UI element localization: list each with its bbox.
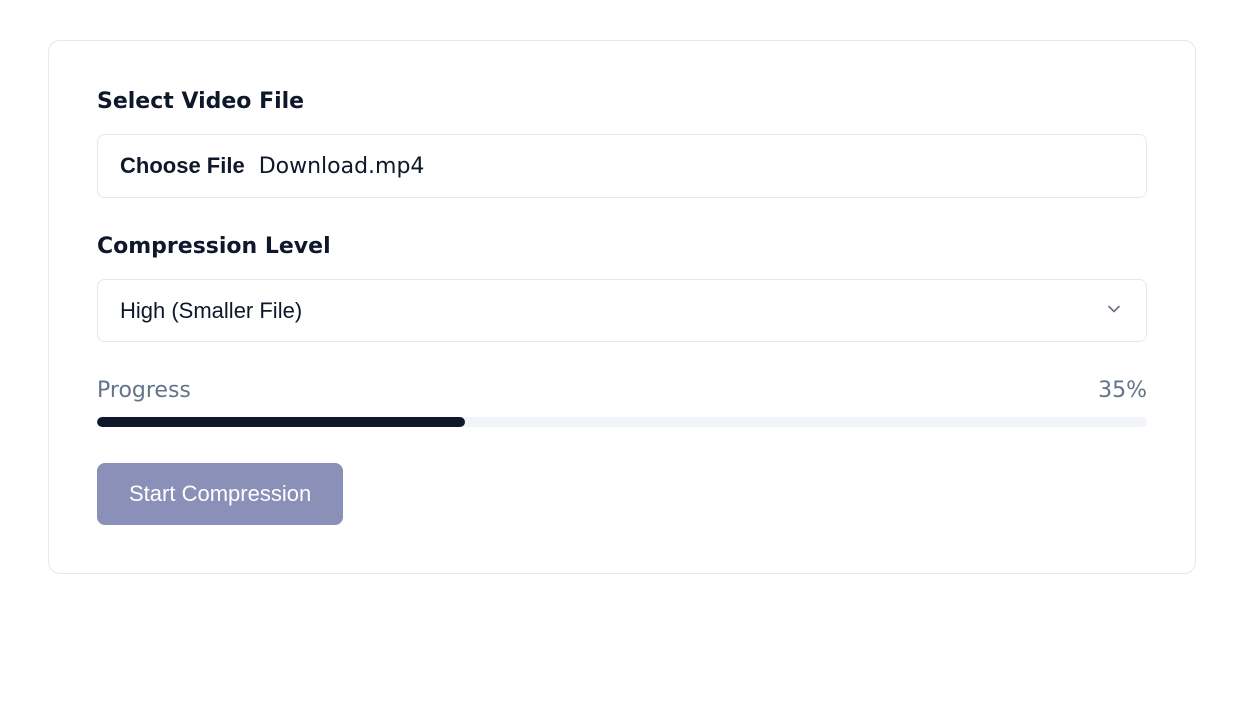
progress-percent: 35% xyxy=(1098,378,1147,403)
compression-level-select[interactable]: High (Smaller File) xyxy=(98,280,1146,341)
progress-label: Progress xyxy=(97,378,191,403)
choose-file-button[interactable]: Choose File xyxy=(120,153,245,179)
start-compression-button[interactable]: Start Compression xyxy=(97,463,343,525)
file-input[interactable]: Choose File Download.mp4 xyxy=(97,134,1147,198)
progress-section: Progress 35% Start Compression xyxy=(97,378,1147,525)
progress-bar-fill xyxy=(97,417,465,427)
file-select-label: Select Video File xyxy=(97,89,1147,114)
compression-level-section: Compression Level High (Smaller File) xyxy=(97,234,1147,342)
progress-bar-track xyxy=(97,417,1147,427)
file-select-section: Select Video File Choose File Download.m… xyxy=(97,89,1147,198)
compression-level-label: Compression Level xyxy=(97,234,1147,259)
compression-card: Select Video File Choose File Download.m… xyxy=(48,40,1196,574)
compression-select-wrapper: High (Smaller File) xyxy=(97,279,1147,342)
selected-file-name: Download.mp4 xyxy=(259,154,425,179)
progress-row: Progress 35% xyxy=(97,378,1147,403)
